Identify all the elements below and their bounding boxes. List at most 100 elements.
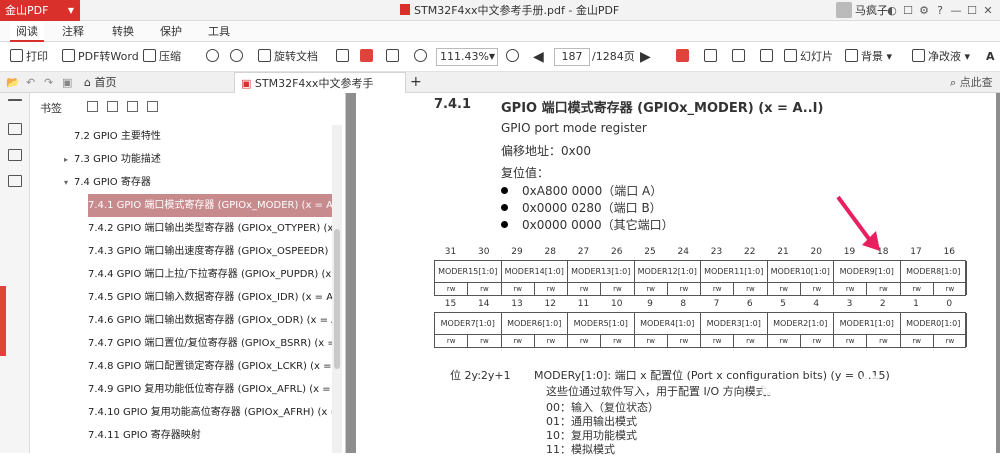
compress-button[interactable]: 压缩: [143, 47, 181, 67]
bookmark-item[interactable]: 7.4.11 GPIO 寄存器映射: [88, 424, 332, 447]
close-icon[interactable]: ✕: [980, 0, 996, 21]
zoom-in-button[interactable]: [506, 47, 522, 67]
text-tool-button[interactable]: A: [986, 47, 995, 67]
thumbnail-icon[interactable]: [8, 149, 22, 161]
fit-page-button[interactable]: [336, 47, 352, 67]
expand-all-icon[interactable]: [87, 101, 98, 112]
menu-protect[interactable]: 保护: [154, 21, 188, 42]
bookmark-item[interactable]: 7.4.3 GPIO 端口输出速度寄存器 (GPIOx_OSPEEDR) (x.…: [88, 240, 332, 263]
access-type: rw: [435, 283, 469, 295]
rotate-doc-button[interactable]: 旋转文档: [258, 47, 318, 67]
menu-annotate[interactable]: 注释: [56, 21, 90, 42]
bookmark-item[interactable]: ▸ 7.3 GPIO 功能描述: [64, 148, 332, 171]
rotate-right-button[interactable]: [230, 47, 246, 67]
slideshow-button[interactable]: 幻灯片: [784, 47, 833, 67]
toolbar: 打印 PDF转Word 压缩 旋转文档 111.43% ▼ ◀ 187 /1284…: [0, 42, 1000, 72]
bookmark-panel: 书签 7.2 GPIO 主要特性 ▸ 7.3 GPIO 功能描述 ▾ 7.4 GPIO …: [30, 93, 346, 453]
bookmark-item[interactable]: 7.4.6 GPIO 端口输出数据寄存器 (GPIOx_ODR) (x = A.…: [88, 309, 332, 332]
menu-read[interactable]: 阅读: [10, 21, 44, 42]
collapse-panel-handle[interactable]: [0, 286, 6, 356]
redo-icon[interactable]: ↷: [44, 72, 53, 93]
next-page-button[interactable]: ▶: [640, 47, 651, 67]
save-icon[interactable]: ▣: [62, 72, 72, 93]
settings-icon[interactable]: ⚙: [916, 0, 932, 21]
menu-convert[interactable]: 转换: [106, 21, 140, 42]
message-icon[interactable]: ☐: [900, 0, 916, 21]
register-field: MODER5[1:0]: [568, 313, 635, 335]
add-bookmark-icon[interactable]: [127, 101, 138, 112]
bookmark-label: 7.4.9 GPIO 复用功能低位寄存器 (GPIOx_AFRL) (x = A…: [88, 384, 332, 395]
chevron-right-icon[interactable]: ▸: [64, 148, 74, 171]
background-button[interactable]: 背景 ▾: [845, 47, 892, 67]
skin-icon[interactable]: ◐: [884, 0, 900, 21]
access-type: rw: [934, 283, 967, 295]
double-page-button[interactable]: [704, 47, 720, 67]
undo-icon[interactable]: ↶: [26, 72, 35, 93]
new-tab-icon[interactable]: +: [410, 72, 422, 93]
actual-size-button[interactable]: [360, 47, 376, 67]
bookmark-item[interactable]: 7.4.9 GPIO 复用功能低位寄存器 (GPIOx_AFRL) (x = A…: [88, 378, 332, 401]
access-type: rw: [502, 335, 535, 347]
bit-number: 20: [810, 247, 822, 257]
search-box[interactable]: ⌕ 点此查: [950, 72, 993, 93]
page-number-input[interactable]: 187: [554, 48, 590, 66]
rotate-doc-icon: [258, 49, 271, 62]
register-field: MODER13[1:0]: [568, 261, 635, 283]
bookmark-label: 7.4.7 GPIO 端口置位/复位寄存器 (GPIOx_BSRR) (x = …: [88, 338, 332, 349]
bookmark-label: 7.4 GPIO 寄存器: [74, 177, 151, 188]
bookmark-item[interactable]: 7.2 GPIO 主要特性: [64, 125, 332, 148]
single-page-button[interactable]: [676, 47, 692, 67]
continuous-button[interactable]: [732, 47, 748, 67]
bookmark-scrollbar[interactable]: [332, 125, 342, 453]
bookmark-item[interactable]: 7.4.2 GPIO 端口输出类型寄存器 (GPIOx_OTYPER) (x .…: [88, 217, 332, 240]
register-fields-high: MODER15[1:0] MODER14[1:0] MODER13[1:0] MODE…: [434, 260, 967, 283]
reset-value: 0x0000 0280（端口 B）: [501, 199, 662, 216]
minimize-icon[interactable]: —: [948, 0, 964, 21]
continuous-icon: [732, 49, 745, 62]
bookmark-item[interactable]: 7.4.10 GPIO 复用功能高位寄存器 (GPIOx_AFRH) (x = …: [88, 401, 332, 424]
rotate-left-button[interactable]: [206, 47, 222, 67]
bit-number: 24: [677, 247, 689, 257]
delete-bookmark-icon[interactable]: [147, 101, 158, 112]
bit-number: 25: [644, 247, 656, 257]
zoom-out-button[interactable]: [414, 47, 430, 67]
maximize-icon[interactable]: ☐: [964, 0, 980, 21]
bookmark-item[interactable]: 7.4.1 GPIO 端口模式寄存器 (GPIOx_MODER) (x = A.…: [88, 194, 332, 217]
bit-number: 1: [913, 299, 919, 309]
help-icon[interactable]: ?: [932, 0, 948, 21]
bookmark-item[interactable]: ▾ 7.4 GPIO 寄存器: [64, 171, 332, 194]
menu-icon[interactable]: [8, 99, 22, 111]
tab-home[interactable]: ⌂ 首页: [84, 72, 116, 93]
reset-value-text: 0x0000 0280（端口 B）: [522, 201, 662, 215]
zoom-in-icon: [506, 49, 519, 62]
attachment-icon[interactable]: [8, 175, 22, 187]
fullscreen-button[interactable]: [760, 47, 776, 67]
bookmark-item[interactable]: 7.4.5 GPIO 端口输入数据寄存器 (GPIOx_IDR) (x = A.…: [88, 286, 332, 309]
access-type: rw: [734, 283, 768, 295]
tab-document[interactable]: ▣ STM32F4xx中文参考手册.pdf ✕: [234, 72, 406, 111]
ink-button[interactable]: 净改液 ▾: [912, 47, 970, 67]
menu-tools[interactable]: 工具: [202, 21, 236, 42]
bookmark-item[interactable]: 7.4.8 GPIO 端口配置锁定寄存器 (GPIOx_LCKR) (x = A…: [88, 355, 332, 378]
access-type: rw: [834, 283, 868, 295]
pdf-to-word-button[interactable]: PDF转Word: [62, 47, 139, 67]
folder-icon[interactable]: 📂: [6, 72, 20, 93]
zoom-select[interactable]: 111.43% ▼: [436, 48, 498, 66]
slideshow-icon: [784, 49, 797, 62]
bookmark-item[interactable]: 7.4.4 GPIO 端口上拉/下拉寄存器 (GPIOx_PUPDR) (x =…: [88, 263, 332, 286]
fit-width-button[interactable]: [386, 47, 402, 67]
outline-icon[interactable]: [8, 123, 22, 135]
bookmark-label: 7.4.8 GPIO 端口配置锁定寄存器 (GPIOx_LCKR) (x = A…: [88, 361, 332, 372]
chevron-down-icon[interactable]: ▾: [64, 171, 74, 194]
scrollbar-thumb[interactable]: [334, 229, 340, 369]
pdf-file-icon: ▣: [241, 77, 252, 90]
background-label: 背景: [861, 50, 883, 63]
collapse-all-icon[interactable]: [107, 101, 118, 112]
print-button[interactable]: 打印: [10, 47, 48, 67]
eraser-icon: [912, 49, 925, 62]
prev-page-button[interactable]: ◀: [533, 47, 544, 67]
app-menu-button[interactable]: 金山PDF ▼: [0, 0, 80, 21]
bit-number: 12: [544, 299, 556, 309]
user-account[interactable]: 马疯子: [836, 1, 888, 20]
bookmark-item[interactable]: 7.4.7 GPIO 端口置位/复位寄存器 (GPIOx_BSRR) (x = …: [88, 332, 332, 355]
